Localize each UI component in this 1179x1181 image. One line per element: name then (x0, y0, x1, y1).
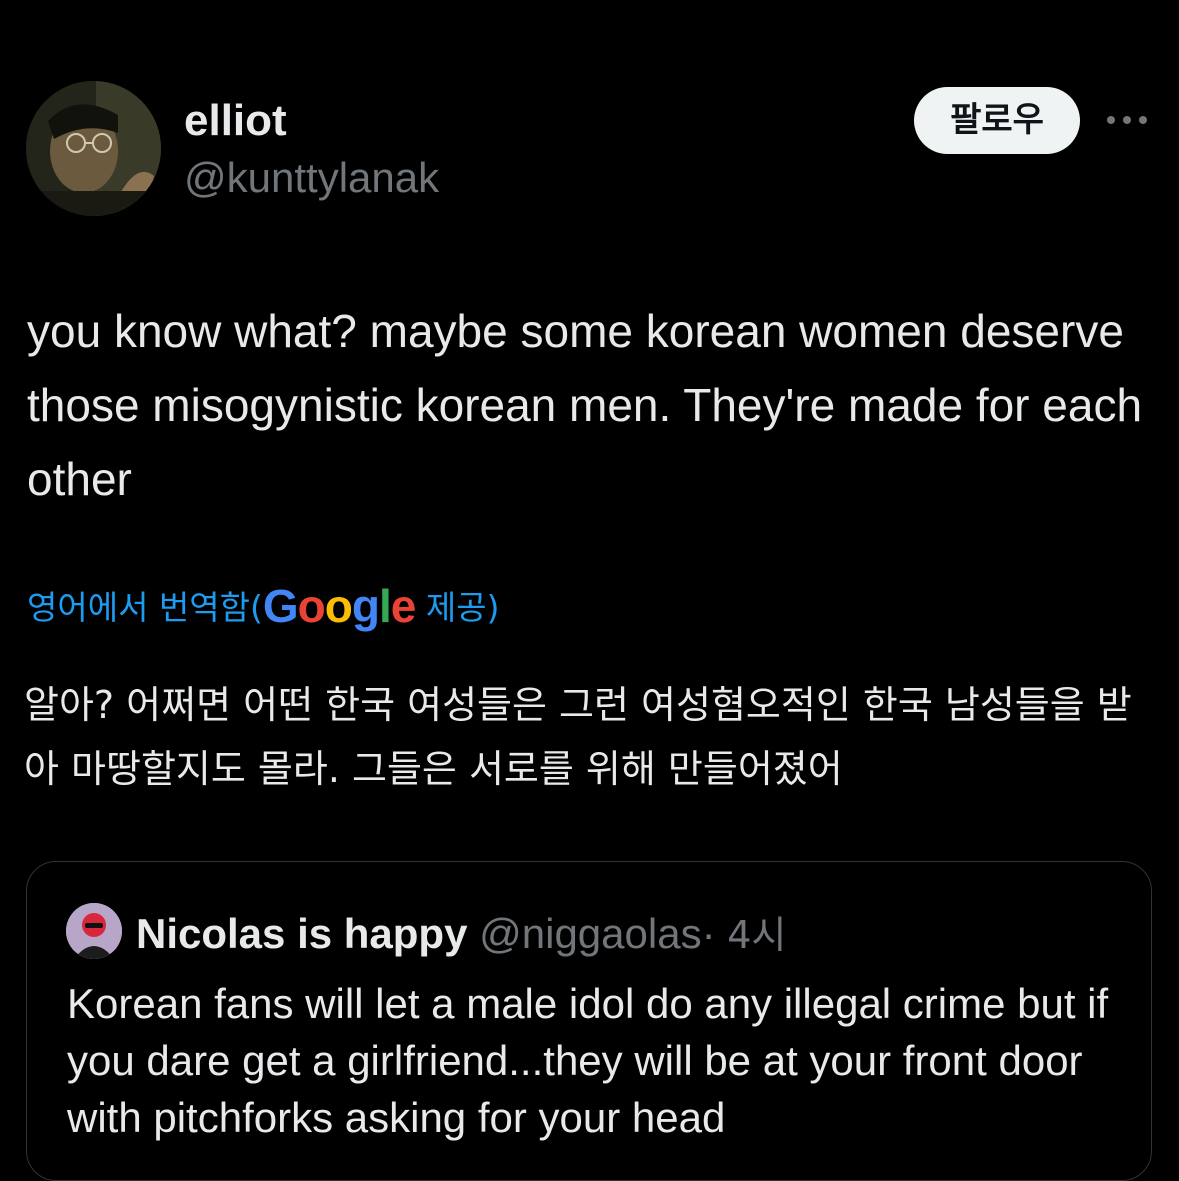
quoted-separator: · (701, 910, 716, 957)
translation-attribution[interactable]: 영어에서 번역함(Google 제공) (27, 579, 499, 633)
author-display-name[interactable]: elliot (184, 96, 287, 146)
quoted-handle[interactable]: @niggaolas (479, 910, 701, 957)
translation-suffix: 제공) (415, 588, 500, 627)
translated-tweet-text: 알아? 어쩌면 어떤 한국 여성들은 그런 여성혐오적인 한국 남성들을 받아 … (24, 683, 1132, 791)
tweet-text: you know what? maybe some korean women d… (27, 305, 1143, 505)
quoted-display-name[interactable]: Nicolas is happy (136, 910, 467, 957)
author-avatar[interactable] (26, 81, 161, 216)
quoted-timestamp[interactable]: 4시 (727, 913, 786, 957)
translation-prefix: 영어에서 번역함( (27, 588, 263, 627)
quoted-author-avatar[interactable] (66, 903, 122, 959)
google-logo: Google (262, 580, 416, 632)
more-horizontal-icon[interactable] (1103, 108, 1151, 132)
follow-button[interactable]: 팔로우 (914, 87, 1080, 154)
author-handle[interactable]: @kunttylanak (184, 154, 439, 202)
quoted-tweet-text: Korean fans will let a male idol do any … (67, 980, 1109, 1141)
quoted-tweet-header: Nicolas is happy @niggaolas· 4시 (136, 904, 786, 959)
